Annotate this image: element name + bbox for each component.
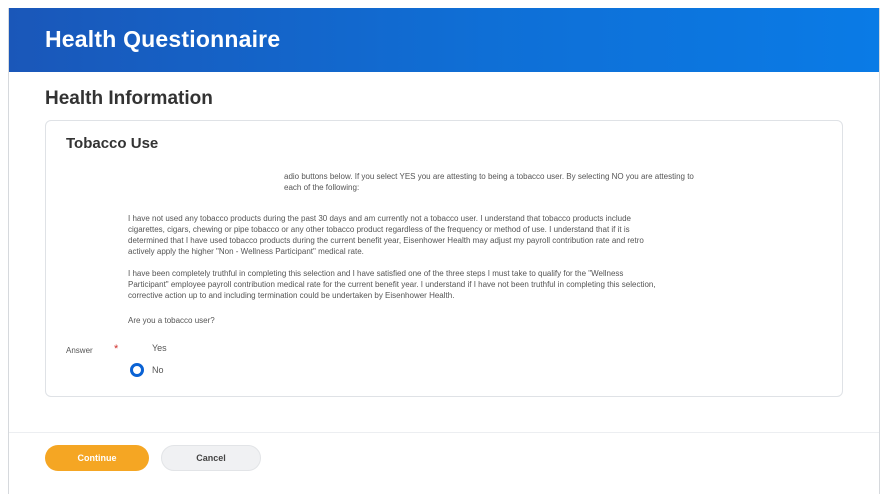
answer-option-yes[interactable]: Yes — [130, 341, 167, 355]
paragraph-line: I have not used any tobacco products dur… — [128, 214, 631, 223]
cancel-button[interactable]: Cancel — [161, 445, 261, 471]
attestation-paragraph-2: I have been completely truthful in compl… — [128, 268, 828, 301]
answer-option-no[interactable]: No — [130, 363, 164, 377]
intro-text: adio buttons below. If you select YES yo… — [284, 171, 824, 193]
paragraph-line: actively apply the higher "Non - Wellnes… — [128, 247, 364, 256]
paragraph-line: cigarettes, cigars, chewing or pipe toba… — [128, 225, 630, 234]
radio-yes-label[interactable]: Yes — [152, 343, 167, 353]
radio-no-label[interactable]: No — [152, 365, 164, 375]
paragraph-line: determined that I have used tobacco prod… — [128, 236, 644, 245]
tobacco-use-card: Tobacco Use adio buttons below. If you s… — [45, 120, 843, 397]
tobacco-question: Are you a tobacco user? — [128, 316, 215, 325]
paragraph-line: I have been completely truthful in compl… — [128, 269, 624, 278]
radio-yes[interactable] — [130, 341, 144, 355]
paragraph-line: Participant" employee payroll contributi… — [128, 280, 656, 289]
paragraph-line: corrective action up to and including te… — [128, 291, 455, 300]
footer-divider — [9, 432, 879, 433]
page-title: Health Questionnaire — [45, 26, 281, 52]
attestation-paragraph-1: I have not used any tobacco products dur… — [128, 213, 828, 257]
continue-button[interactable]: Continue — [45, 445, 149, 471]
header-bar: Health Questionnaire — [9, 8, 879, 72]
section-title: Health Information — [45, 88, 213, 109]
questionnaire-window: Health Questionnaire Health Information … — [8, 8, 880, 494]
card-title: Tobacco Use — [66, 135, 159, 152]
answer-label: Answer — [66, 346, 93, 355]
radio-no[interactable] — [130, 363, 144, 377]
required-marker: * — [114, 343, 119, 355]
intro-line: each of the following: — [284, 183, 360, 192]
intro-line: adio buttons below. If you select YES yo… — [284, 172, 694, 181]
